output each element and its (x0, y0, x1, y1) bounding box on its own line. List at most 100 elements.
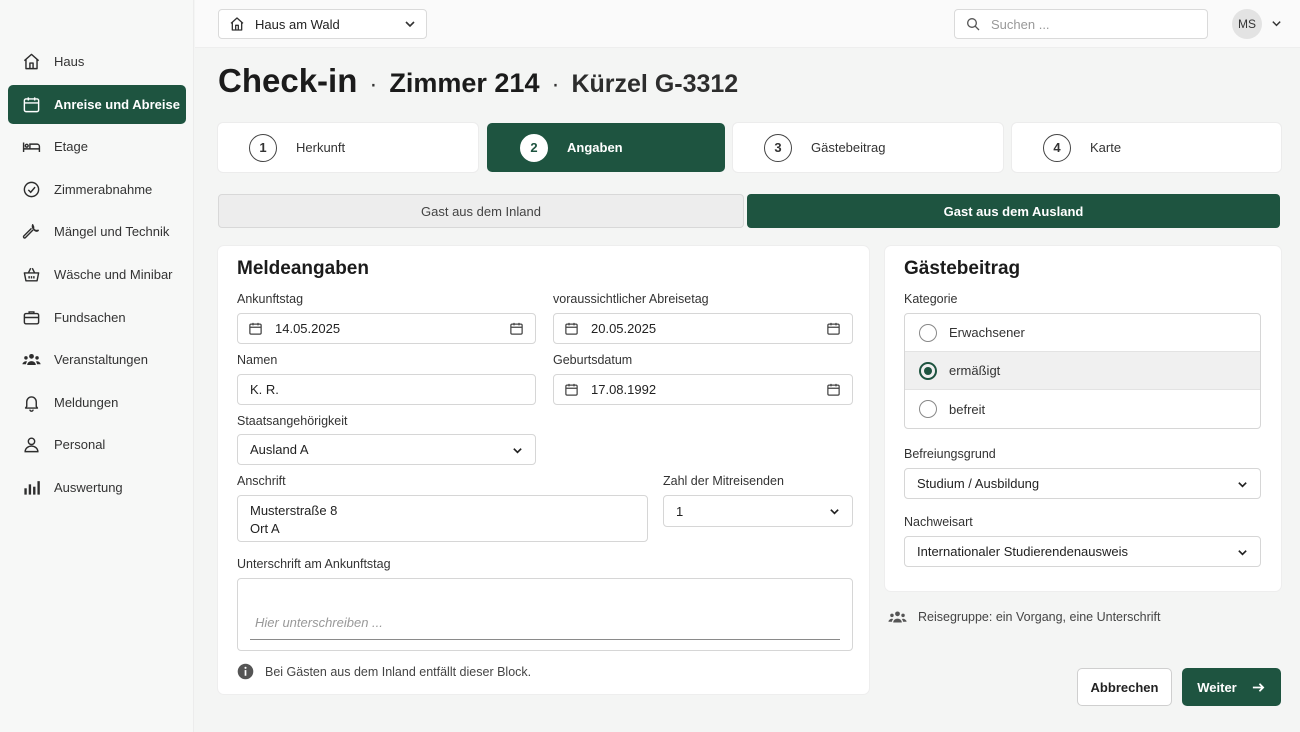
registration-card: Meldeangaben Ankunftstag 14.05.2025 vora… (218, 246, 869, 694)
calendar-picker-icon[interactable] (826, 382, 841, 397)
departure-date-field[interactable]: 20.05.2025 (553, 313, 853, 344)
page-title-text: Check-in (218, 62, 358, 99)
sidebar-item-veranstaltungen[interactable]: Veranstaltungen (8, 340, 186, 379)
guest-fee-title: Gästebeitrag (904, 258, 1021, 279)
arrival-label: Ankunftstag (237, 292, 304, 306)
calendar-picker-icon[interactable] (826, 321, 841, 336)
bell-icon (24, 396, 39, 412)
name-field[interactable]: K. R. (237, 374, 536, 405)
sidebar-item-label: Etage (54, 139, 88, 155)
chevron-down-icon[interactable] (1271, 18, 1282, 29)
address-line2: Ort A (250, 521, 280, 536)
departure-label: voraussichtlicher Abreisetag (553, 292, 709, 306)
reason-select[interactable]: Studium / Ausbildung (904, 468, 1261, 499)
category-radio-group: Erwachsener ermäßigt befreit (904, 313, 1261, 429)
sidebar-item-haus[interactable]: Haus (8, 42, 186, 81)
step-number: 4 (1043, 133, 1071, 162)
category-option-ermaessigt[interactable]: ermäßigt (905, 352, 1260, 390)
sidebar-item-anreise-abreise[interactable]: Anreise und Abreise (8, 84, 186, 124)
house-select-value: Haus am Wald (255, 16, 340, 32)
step-angaben[interactable]: 2 Angaben (487, 123, 725, 172)
calendar-icon (565, 383, 578, 396)
category-option-erwachsener[interactable]: Erwachsener (905, 314, 1260, 352)
radio-circle (919, 323, 937, 342)
arrival-date-field[interactable]: 14.05.2025 (237, 313, 536, 344)
step-label: Angaben (567, 140, 623, 155)
check-circle-icon (23, 181, 40, 198)
signature-placeholder: Hier unterschreiben ... (255, 615, 383, 630)
radio-label: ermäßigt (949, 363, 1001, 378)
step-label: Karte (1090, 140, 1122, 155)
signature-label: Unterschrift am Ankunftstag (237, 557, 391, 571)
guest-foreign-toggle[interactable]: Gast aus dem Ausland (747, 194, 1280, 228)
sidebar-item-label: Mängel und Technik (54, 224, 170, 240)
cancel-button[interactable]: Abbrechen (1077, 668, 1172, 706)
house-select[interactable]: Haus am Wald (218, 9, 427, 39)
chevron-down-icon (830, 509, 839, 515)
departure-date-value: 20.05.2025 (591, 321, 657, 336)
calendar-icon (565, 322, 578, 335)
registration-title: Meldeangaben (237, 258, 369, 279)
calendar-picker-icon[interactable] (509, 321, 524, 336)
companions-select[interactable]: 1 (663, 495, 853, 527)
sidebar-item-meldungen[interactable]: Meldungen (8, 383, 186, 422)
nationality-select[interactable]: Ausland A (237, 434, 536, 465)
nationality-value: Ausland A (250, 442, 309, 457)
room-number: Zimmer 214 (389, 68, 540, 98)
guest-domestic-toggle[interactable]: Gast aus dem Inland (218, 194, 744, 228)
sidebar-item-maengel-technik[interactable]: Mängel und Technik (8, 212, 186, 251)
proof-value: Internationaler Studierendenausweis (917, 544, 1129, 559)
sidebar-item-label: Meldungen (54, 394, 119, 410)
proof-label: Nachweisart (904, 515, 973, 529)
guest-fee-card: Gästebeitrag Kategorie Erwachsener ermäß… (885, 246, 1281, 591)
sidebar-item-auswertung[interactable]: Auswertung (8, 468, 186, 507)
title-separator: · (369, 71, 378, 98)
proof-select[interactable]: Internationaler Studierendenausweis (904, 536, 1261, 567)
step-gaestebeitrag[interactable]: 3 Gästebeitrag (733, 123, 1003, 172)
step-label: Herkunft (296, 140, 346, 155)
category-option-befreit[interactable]: befreit (905, 390, 1260, 428)
companions-value: 1 (676, 503, 684, 519)
step-number: 1 (249, 133, 277, 162)
calendar-icon (23, 96, 40, 112)
avatar[interactable]: MS (1232, 9, 1262, 39)
companions-label: Zahl der Mitreisenden (663, 474, 784, 488)
sidebar-item-label: Veranstaltungen (54, 352, 148, 368)
step-label: Gästebeitrag (811, 140, 886, 155)
sidebar-item-label: Zimmerabnahme (54, 181, 153, 197)
home-icon (23, 53, 40, 70)
birthdate-value: 17.08.1992 (591, 382, 657, 397)
next-button[interactable]: Weiter (1182, 668, 1281, 706)
sidebar-item-label: Auswertung (54, 479, 123, 495)
address-line1: Musterstraße 8 (250, 503, 338, 518)
people-icon (22, 354, 41, 366)
radio-circle (919, 361, 937, 380)
search-input[interactable] (991, 16, 1191, 32)
sidebar-item-label: Anreise und Abreise (54, 96, 180, 112)
sidebar-item-label: Fundsachen (54, 309, 126, 325)
reason-label: Befreiungsgrund (904, 447, 996, 461)
sidebar-item-zimmerabnahme[interactable]: Zimmerabnahme (8, 170, 186, 209)
title-separator: · (551, 71, 560, 98)
chevron-down-icon (513, 448, 522, 454)
chevron-down-icon (1238, 482, 1247, 488)
arrival-date-value: 14.05.2025 (275, 321, 341, 336)
sidebar-item-personal[interactable]: Personal (8, 425, 186, 464)
info-note: Bei Gästen aus dem Inland entfällt diese… (237, 663, 531, 680)
step-herkunft[interactable]: 1 Herkunft (218, 123, 478, 172)
calendar-icon (249, 322, 262, 335)
step-number: 3 (764, 133, 792, 162)
sidebar-item-etage[interactable]: Etage (8, 127, 186, 166)
sidebar-item-waesche-minibar[interactable]: Wäsche und Minibar (8, 255, 186, 294)
birthdate-field[interactable]: 17.08.1992 (553, 374, 853, 405)
address-field[interactable]: Musterstraße 8 Ort A (237, 495, 648, 542)
signature-pad[interactable]: Hier unterschreiben ... (237, 578, 853, 651)
wrench-icon (22, 224, 39, 240)
step-karte[interactable]: 4 Karte (1012, 123, 1281, 172)
sidebar-item-fundsachen[interactable]: Fundsachen (8, 298, 186, 337)
name-label: Namen (237, 353, 278, 367)
radio-label: befreit (949, 401, 986, 417)
basket-icon (23, 267, 40, 282)
step-number: 2 (520, 133, 548, 162)
address-label: Anschrift (237, 474, 286, 488)
